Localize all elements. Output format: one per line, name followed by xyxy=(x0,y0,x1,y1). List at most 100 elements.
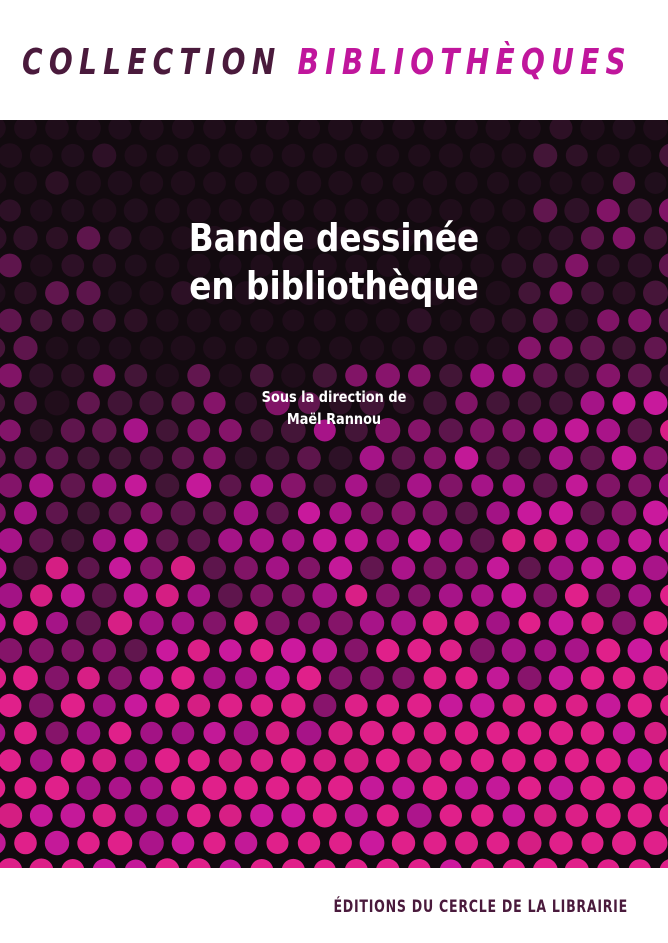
pattern-dot xyxy=(296,170,322,196)
pattern-dot xyxy=(124,144,148,167)
pattern-dot xyxy=(455,831,478,855)
pattern-dot xyxy=(502,804,526,827)
pattern-dot xyxy=(281,363,306,388)
pattern-dot xyxy=(439,693,463,718)
pattern-dot xyxy=(313,528,337,553)
pattern-dot xyxy=(659,859,668,868)
pattern-dot xyxy=(108,721,132,745)
pattern-dot xyxy=(202,611,227,635)
pattern-dot xyxy=(581,556,604,580)
pattern-dot xyxy=(455,666,478,690)
pattern-dot xyxy=(423,666,447,690)
pattern-dot xyxy=(218,143,243,168)
pattern-dot xyxy=(612,831,636,855)
pattern-dot xyxy=(171,666,195,690)
pattern-dot xyxy=(627,693,652,718)
pattern-dot xyxy=(29,144,53,167)
pattern-dot xyxy=(564,638,589,663)
pattern-dot xyxy=(297,336,321,360)
pattern-dot xyxy=(233,720,259,746)
pattern-dot xyxy=(107,830,133,856)
pattern-dot xyxy=(595,748,621,773)
pattern-dot xyxy=(155,473,180,498)
pattern-dot xyxy=(439,363,463,388)
pattern-dot xyxy=(517,831,542,855)
pattern-dot xyxy=(643,500,668,526)
pattern-dot xyxy=(360,171,384,195)
pattern-dot xyxy=(643,776,668,800)
pattern-dot xyxy=(60,748,85,773)
pattern-dot xyxy=(250,584,274,607)
pattern-dot xyxy=(0,283,6,303)
pattern-dot xyxy=(281,143,305,168)
pattern-dot xyxy=(408,144,431,167)
pattern-dot xyxy=(643,611,668,635)
pattern-dot xyxy=(155,858,180,868)
pattern-dot xyxy=(0,419,21,442)
pattern-dot xyxy=(407,638,432,663)
pattern-dot xyxy=(14,171,37,195)
pattern-dot xyxy=(233,500,259,526)
pattern-dot xyxy=(328,170,353,196)
pattern-dot xyxy=(439,528,463,553)
pattern-dot xyxy=(471,584,494,607)
pattern-dot xyxy=(564,363,589,388)
pattern-dot xyxy=(407,748,432,773)
pattern-dot xyxy=(517,721,542,745)
pattern-dot xyxy=(486,611,510,635)
pattern-dot xyxy=(0,832,6,854)
pattern-dot xyxy=(660,584,668,607)
pattern-dot xyxy=(187,694,211,717)
pattern-dot xyxy=(265,665,290,691)
pattern-dot xyxy=(502,859,525,868)
pattern-dot xyxy=(29,473,54,498)
pattern-dot xyxy=(596,638,621,663)
pattern-dot xyxy=(596,693,621,718)
pattern-dot xyxy=(202,775,227,801)
pattern-dot xyxy=(328,446,353,470)
pattern-dot xyxy=(108,776,132,800)
pattern-dot xyxy=(627,363,652,388)
pattern-dot xyxy=(344,748,369,773)
pattern-dot xyxy=(329,501,352,525)
pattern-dot xyxy=(92,803,116,828)
pattern-dot xyxy=(139,171,164,195)
pattern-dot xyxy=(344,143,368,168)
pattern-dot xyxy=(265,610,290,636)
pattern-dot xyxy=(407,473,432,498)
pattern-dot xyxy=(627,198,652,223)
pattern-dot xyxy=(533,143,558,168)
pattern-dot xyxy=(643,391,668,415)
pattern-dot xyxy=(0,583,23,608)
pattern-dot xyxy=(517,500,542,526)
pattern-dot xyxy=(297,831,321,855)
pattern-dot xyxy=(423,120,447,140)
pattern-dot xyxy=(313,749,336,772)
pattern-dot xyxy=(92,694,116,717)
pattern-dot xyxy=(422,610,448,636)
pattern-dot xyxy=(61,529,85,552)
pattern-dot xyxy=(92,638,117,663)
pattern-dot xyxy=(628,859,651,868)
pattern-dot xyxy=(14,446,37,470)
pattern-dot xyxy=(296,720,322,746)
pattern-dot xyxy=(344,804,368,827)
pattern-dot xyxy=(312,363,337,388)
pattern-dot xyxy=(61,309,84,332)
pattern-dot xyxy=(423,556,447,580)
pattern-dot xyxy=(76,170,101,196)
pattern-dot xyxy=(517,666,542,690)
pattern-dot xyxy=(297,446,321,470)
pattern-dot xyxy=(250,638,274,663)
pattern-dot xyxy=(407,308,432,333)
pattern-dot xyxy=(359,335,385,361)
pattern-dot xyxy=(92,143,117,168)
pattern-dot xyxy=(30,749,53,772)
pattern-dot xyxy=(108,501,132,525)
pattern-dot xyxy=(643,665,668,691)
pattern-dot xyxy=(596,144,620,167)
pattern-dot xyxy=(313,474,337,497)
pattern-dot xyxy=(60,473,86,498)
pattern-dot xyxy=(612,666,636,690)
pattern-dot xyxy=(77,831,100,855)
